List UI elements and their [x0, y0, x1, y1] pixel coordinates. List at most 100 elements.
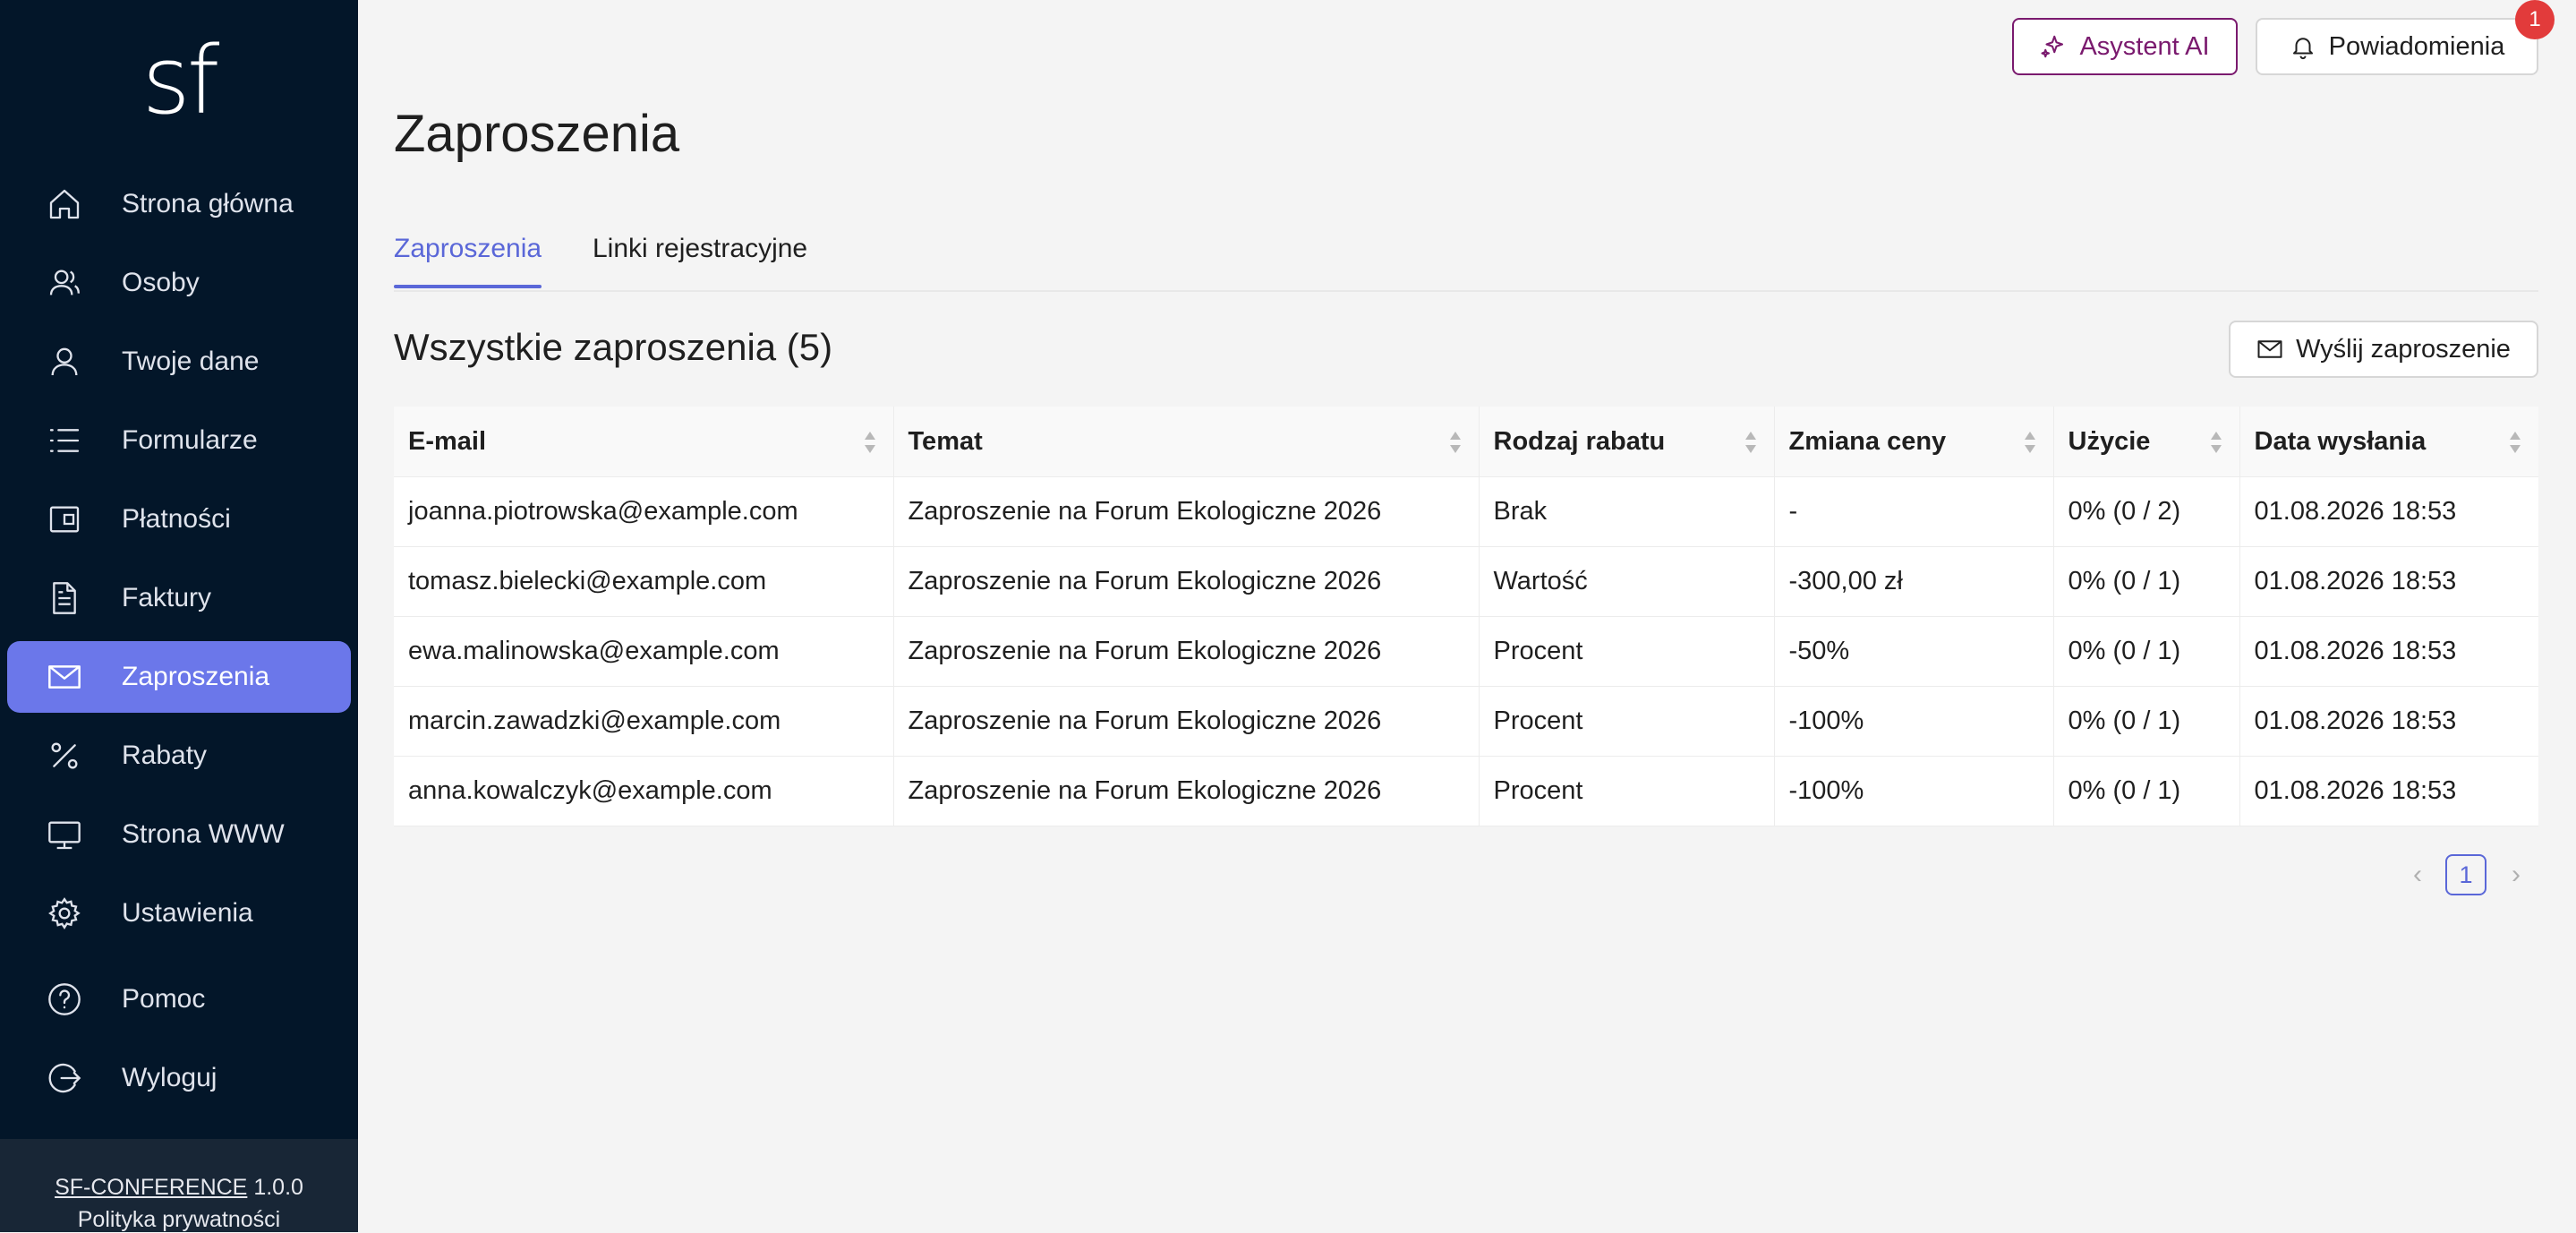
column-header-subject[interactable]: Temat: [893, 407, 1480, 477]
version-number: 1.0.0: [253, 1175, 303, 1200]
sort-icon[interactable]: [2209, 430, 2223, 455]
notifications-label: Powiadomienia: [2328, 31, 2505, 61]
cell-sent-date: 01.08.2026 18:53: [2239, 546, 2538, 617]
sidebar-item-label: Rabaty: [122, 741, 208, 770]
sidebar: sf Strona główna Osoby Twoje dane Formul…: [0, 0, 358, 1232]
sparkles-icon: [2041, 35, 2064, 58]
send-invitation-button[interactable]: Wyślij zaproszenie: [2229, 321, 2538, 378]
column-header-email[interactable]: E-mail: [394, 407, 894, 477]
sidebar-item-label: Pomoc: [122, 984, 206, 1014]
wallet-icon: [47, 501, 82, 537]
cell-usage: 0% (0 / 1): [2053, 546, 2240, 617]
cell-email: marcin.zawadzki@example.com: [394, 686, 894, 757]
sidebar-item-settings[interactable]: Ustawienia: [7, 878, 351, 949]
ai-assistant-button[interactable]: Asystent AI: [2012, 18, 2238, 75]
column-header-label: E-mail: [408, 426, 487, 456]
sidebar-item-payments[interactable]: Płatności: [7, 484, 351, 555]
cell-price-change: -100%: [1774, 686, 2054, 757]
cell-subject: Zaproszenie na Forum Ekologiczne 2026: [893, 686, 1480, 757]
notification-count-badge: 1: [2515, 0, 2555, 39]
gear-icon: [47, 895, 82, 931]
tab-invitations[interactable]: Zaproszenia: [394, 224, 542, 288]
table-row[interactable]: tomasz.bielecki@example.com Zaproszenie …: [394, 546, 2538, 617]
cell-sent-date: 01.08.2026 18:53: [2239, 756, 2538, 826]
user-icon: [47, 344, 82, 380]
cell-discount-type: Procent: [1479, 756, 1775, 826]
cell-discount-type: Wartość: [1479, 546, 1775, 617]
column-header-discount-type[interactable]: Rodzaj rabatu: [1479, 407, 1775, 477]
column-header-usage[interactable]: Użycie: [2053, 407, 2240, 477]
table-row[interactable]: marcin.zawadzki@example.com Zaproszenie …: [394, 686, 2538, 757]
app-logo[interactable]: sf: [0, 27, 358, 134]
column-header-label: Rodzaj rabatu: [1493, 426, 1666, 456]
pagination-prev-button[interactable]: ‹: [2404, 861, 2431, 888]
sidebar-item-home[interactable]: Strona główna: [7, 168, 351, 240]
sidebar-item-label: Faktury: [122, 583, 212, 612]
cell-discount-type: Brak: [1479, 476, 1775, 547]
sidebar-item-invoices[interactable]: Faktury: [7, 562, 351, 634]
column-header-sent-date[interactable]: Data wysłania: [2239, 407, 2538, 477]
list-icon: [47, 423, 82, 458]
sidebar-item-label: Płatności: [122, 504, 231, 534]
privacy-link[interactable]: Polityka prywatności: [0, 1207, 358, 1233]
cell-email: tomasz.bielecki@example.com: [394, 546, 894, 617]
sidebar-item-label: Zaproszenia: [122, 662, 270, 691]
sort-icon[interactable]: [1744, 430, 1758, 455]
sidebar-footer: SF-CONFERENCE 1.0.0 Polityka prywatności: [0, 1139, 358, 1232]
table-row[interactable]: anna.kowalczyk@example.com Zaproszenie n…: [394, 756, 2538, 826]
table-row[interactable]: joanna.piotrowska@example.com Zaproszeni…: [394, 476, 2538, 547]
cell-email: joanna.piotrowska@example.com: [394, 476, 894, 547]
column-header-label: Zmiana ceny: [1788, 426, 1947, 456]
sidebar-item-label: Formularze: [122, 425, 258, 455]
invitations-table: E-mail Temat Rodzaj rabatu Zmiana ceny U…: [394, 407, 2538, 826]
sidebar-item-label: Ustawienia: [122, 898, 253, 928]
table-header-row: E-mail Temat Rodzaj rabatu Zmiana ceny U…: [394, 407, 2538, 477]
sort-icon[interactable]: [2023, 430, 2037, 455]
product-link[interactable]: SF-CONFERENCE: [55, 1175, 247, 1200]
cell-usage: 0% (0 / 2): [2053, 476, 2240, 547]
sidebar-item-forms[interactable]: Formularze: [7, 405, 351, 476]
cell-subject: Zaproszenie na Forum Ekologiczne 2026: [893, 476, 1480, 547]
notifications-button[interactable]: Powiadomienia: [2256, 18, 2538, 75]
cell-email: anna.kowalczyk@example.com: [394, 756, 894, 826]
section-title: Wszystkie zaproszenia (5): [394, 326, 833, 368]
column-header-label: Użycie: [2068, 426, 2151, 456]
sidebar-item-invitations[interactable]: Zaproszenia: [7, 641, 351, 713]
sort-icon[interactable]: [1448, 430, 1463, 455]
cell-price-change: -: [1774, 476, 2054, 547]
cell-discount-type: Procent: [1479, 616, 1775, 687]
version-line: SF-CONFERENCE 1.0.0: [0, 1175, 358, 1201]
sidebar-item-help[interactable]: Pomoc: [7, 963, 351, 1035]
cell-subject: Zaproszenie na Forum Ekologiczne 2026: [893, 756, 1480, 826]
cell-price-change: -300,00 zł: [1774, 546, 2054, 617]
sidebar-item-your-data[interactable]: Twoje dane: [7, 326, 351, 398]
column-header-label: Temat: [908, 426, 983, 456]
people-icon: [47, 265, 82, 301]
pagination-page-button[interactable]: 1: [2445, 854, 2486, 895]
sidebar-item-website[interactable]: Strona WWW: [7, 799, 351, 870]
sort-icon[interactable]: [2508, 430, 2522, 455]
table-row[interactable]: ewa.malinowska@example.com Zaproszenie n…: [394, 616, 2538, 687]
tab-registration-links[interactable]: Linki rejestracyjne: [593, 224, 807, 288]
sidebar-item-logout[interactable]: Wyloguj: [7, 1042, 351, 1114]
document-icon: [47, 580, 82, 616]
sidebar-item-label: Osoby: [122, 268, 200, 297]
monitor-icon: [47, 817, 82, 852]
cell-usage: 0% (0 / 1): [2053, 756, 2240, 826]
bell-icon: [2292, 38, 2313, 60]
column-header-price-change[interactable]: Zmiana ceny: [1774, 407, 2054, 477]
cell-sent-date: 01.08.2026 18:53: [2239, 616, 2538, 687]
sidebar-item-people[interactable]: Osoby: [7, 247, 351, 319]
cell-discount-type: Procent: [1479, 686, 1775, 757]
send-invitation-label: Wyślij zaproszenie: [2296, 334, 2511, 364]
cell-subject: Zaproszenie na Forum Ekologiczne 2026: [893, 546, 1480, 617]
cell-sent-date: 01.08.2026 18:53: [2239, 686, 2538, 757]
cell-email: ewa.malinowska@example.com: [394, 616, 894, 687]
help-icon: [47, 981, 82, 1017]
sort-icon[interactable]: [863, 430, 877, 455]
percent-icon: [47, 738, 82, 774]
home-icon: [47, 186, 82, 222]
sidebar-item-discounts[interactable]: Rabaty: [7, 720, 351, 792]
column-header-label: Data wysłania: [2254, 426, 2427, 456]
pagination-next-button[interactable]: ›: [2503, 861, 2529, 888]
